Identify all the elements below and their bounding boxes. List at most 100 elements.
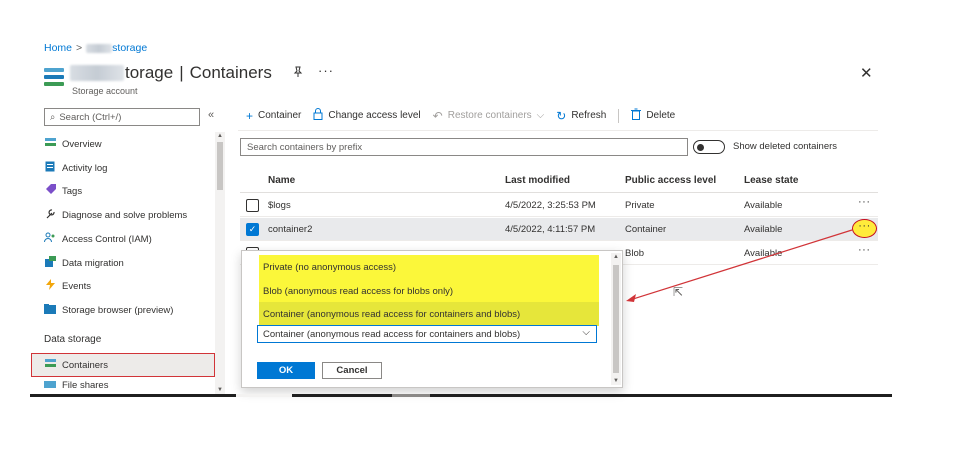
add-container-button[interactable]: + Container	[246, 109, 301, 123]
sidebar-item-diagnose[interactable]: Diagnose and solve problems	[44, 205, 187, 225]
column-header-lease-state[interactable]: Lease state	[744, 175, 798, 186]
access-option-private[interactable]: Private (no anonymous access)	[259, 255, 599, 279]
sidebar-item-label: Access Control (IAM)	[62, 233, 152, 245]
collapse-sidebar-icon[interactable]: «	[208, 109, 214, 121]
page-title-resource: torage	[125, 63, 174, 82]
close-icon[interactable]: ✕	[860, 64, 873, 82]
sidebar-item-tags[interactable]: Tags	[44, 181, 82, 201]
sidebar-search-placeholder: Search (Ctrl+/)	[59, 111, 122, 123]
column-header-name[interactable]: Name	[268, 175, 295, 186]
sidebar-item-containers[interactable]: Containers	[44, 355, 108, 375]
change-access-level-label: Change access level	[328, 110, 421, 121]
row-checkbox[interactable]: ✓	[246, 223, 259, 236]
sidebar-item-label: Diagnose and solve problems	[62, 209, 188, 221]
scroll-down-icon[interactable]: ▼	[217, 387, 223, 393]
ok-button[interactable]: OK	[257, 362, 315, 379]
show-deleted-toggle[interactable]	[693, 140, 725, 154]
mouse-cursor-icon: ⇱	[673, 285, 684, 299]
sidebar-item-activity-log[interactable]: Activity log	[44, 158, 107, 178]
sidebar-item-label: Tags	[62, 185, 83, 197]
column-header-last-modified[interactable]: Last modified	[505, 175, 570, 186]
sidebar-item-iam[interactable]: Access Control (IAM)	[44, 229, 152, 249]
folder-icon	[44, 303, 56, 317]
sidebar-item-label: Storage browser (preview)	[62, 304, 174, 316]
cell-name[interactable]: container2	[268, 224, 312, 235]
sidebar-item-storage-browser[interactable]: Storage browser (preview)	[44, 300, 173, 320]
scroll-up-icon[interactable]: ▲	[613, 254, 619, 260]
sidebar-item-label: Activity log	[62, 162, 108, 174]
row-more-icon[interactable]: ···	[858, 244, 871, 256]
scroll-down-icon[interactable]: ▼	[613, 378, 619, 384]
access-level-select[interactable]: Container (anonymous read access for con…	[257, 325, 597, 343]
chevron-down-icon: ⌵	[536, 110, 545, 121]
scrollbar-thumb[interactable]	[217, 142, 223, 190]
sidebar-item-events[interactable]: Events	[44, 276, 91, 296]
breadcrumb-separator: >	[76, 42, 83, 54]
cancel-button[interactable]: Cancel	[322, 362, 382, 379]
refresh-button[interactable]: ↻ Refresh	[556, 109, 606, 123]
scroll-up-icon[interactable]: ▲	[217, 133, 223, 139]
column-header-access-level[interactable]: Public access level	[625, 175, 716, 186]
table-row[interactable]: ✓ container2 4/5/2022, 4:11:57 PM Contai…	[240, 218, 878, 241]
sidebar-item-overview[interactable]: Overview	[44, 134, 102, 154]
restore-containers-label: Restore containers	[447, 110, 532, 121]
page-subtitle: Storage account	[72, 86, 138, 96]
breadcrumb-home-link[interactable]: Home	[44, 42, 72, 54]
row-checkbox[interactable]	[246, 199, 259, 212]
sidebar-item-data-migration[interactable]: Data migration	[44, 253, 124, 273]
row-more-icon-highlighted[interactable]: ···	[852, 219, 877, 238]
cell-lease-state: Available	[744, 248, 783, 259]
page-title-separator: |	[179, 63, 184, 82]
breadcrumb-resource-label: storage	[112, 42, 148, 54]
search-icon: ⌕	[50, 111, 56, 123]
wrench-icon	[44, 208, 56, 222]
table-row[interactable]: $logs 4/5/2022, 3:25:53 PM Private Avail…	[240, 194, 878, 217]
cell-access-level: Container	[625, 224, 667, 235]
storage-account-icon	[44, 68, 64, 86]
breadcrumb-resource-link[interactable]: storage	[86, 42, 147, 54]
sidebar-item-label: Containers	[62, 359, 108, 371]
plus-icon: +	[246, 108, 254, 123]
table-header-divider	[240, 192, 878, 193]
toolbar-divider-line	[238, 130, 878, 131]
page-title-section: Containers	[189, 63, 272, 82]
cell-access-level: Blob	[625, 248, 645, 259]
cell-lease-state: Available	[744, 200, 783, 211]
change-access-level-panel: Private (no anonymous access) Blob (anon…	[241, 250, 623, 388]
refresh-label: Refresh	[571, 110, 607, 121]
show-deleted-label: Show deleted containers	[733, 141, 838, 152]
undo-icon: ↶	[432, 108, 443, 123]
sidebar-search-input[interactable]: ⌕ Search (Ctrl+/)	[44, 108, 200, 126]
access-option-container[interactable]: Container (anonymous read access for con…	[259, 302, 599, 326]
row-more-icon[interactable]: ···	[858, 196, 871, 208]
sidebar-item-label: Overview	[62, 138, 102, 150]
more-icon[interactable]: ···	[318, 63, 334, 78]
breadcrumb: Home > storage	[44, 42, 147, 54]
sidebar-item-file-shares[interactable]: File shares	[44, 378, 108, 392]
cell-lease-state: Available	[744, 224, 783, 235]
redacted-text	[86, 43, 113, 53]
restore-containers-button[interactable]: ↶ Restore containers ⌵	[433, 109, 545, 123]
cell-name[interactable]: $logs	[268, 200, 291, 211]
file-shares-icon	[44, 379, 56, 391]
sidebar-scrollbar[interactable]: ▲ ▼	[215, 132, 225, 394]
pin-icon[interactable]	[292, 66, 304, 81]
command-bar: + Container Change access level ↶ Restor…	[246, 108, 675, 123]
sidebar-item-label: File shares	[62, 379, 109, 391]
access-option-blob[interactable]: Blob (anonymous read access for blobs on…	[259, 279, 599, 303]
page-title: torage | Containers	[70, 63, 272, 83]
lightning-icon	[44, 279, 56, 293]
access-level-selected-value: Container (anonymous read access for con…	[263, 328, 521, 340]
chevron-down-icon: ⌵	[582, 327, 590, 338]
redacted-text	[70, 65, 124, 81]
trash-icon	[631, 108, 642, 123]
scrollbar-thumb[interactable]	[613, 265, 619, 373]
change-access-level-button[interactable]: Change access level	[313, 108, 421, 123]
delete-button[interactable]: Delete	[631, 108, 675, 123]
add-container-label: Container	[258, 110, 302, 121]
toggle-knob	[697, 143, 704, 151]
lock-icon	[313, 108, 323, 123]
container-search-input[interactable]: Search containers by prefix	[240, 138, 688, 156]
delete-label: Delete	[646, 110, 676, 121]
panel-scrollbar[interactable]: ▲ ▼	[611, 253, 621, 385]
